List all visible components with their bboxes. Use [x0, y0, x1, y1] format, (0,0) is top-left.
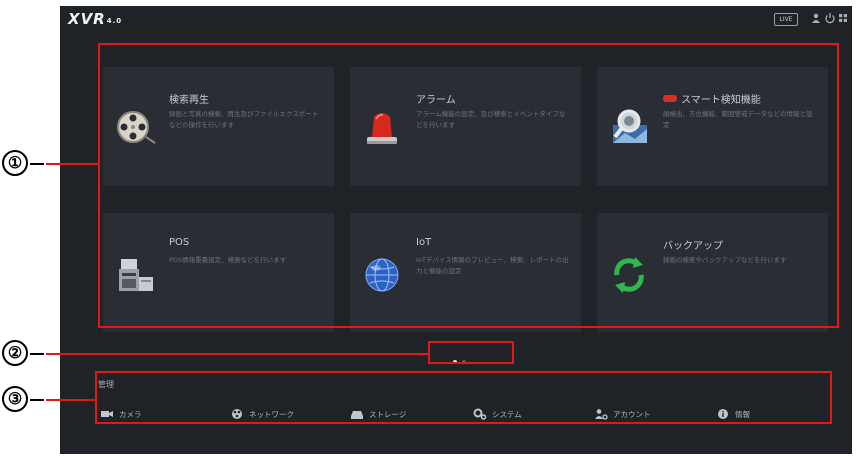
- annotation-marker-2: ②: [2, 340, 28, 366]
- annotation-line-3: [46, 399, 95, 401]
- annotation-box-1: [98, 43, 839, 328]
- annotation-box-3: [95, 371, 832, 424]
- annotation-line-2: [46, 353, 428, 355]
- annotation-dash-1: [30, 163, 44, 165]
- top-bar: XVR4.0 LIVE: [60, 6, 852, 32]
- xvr-logo: XVR4.0: [68, 10, 123, 28]
- menu-grid-icon[interactable]: [837, 12, 849, 24]
- annotation-line-1: [46, 163, 98, 165]
- annotation-marker-3: ③: [2, 386, 28, 412]
- annotation-box-2: [428, 341, 514, 364]
- annotation-dash-2: [30, 353, 44, 355]
- user-icon[interactable]: [810, 12, 822, 24]
- annotation-dash-3: [30, 399, 44, 401]
- annotation-marker-1: ①: [2, 150, 28, 176]
- shutdown-icon[interactable]: [824, 12, 836, 24]
- live-button[interactable]: LIVE: [774, 13, 798, 26]
